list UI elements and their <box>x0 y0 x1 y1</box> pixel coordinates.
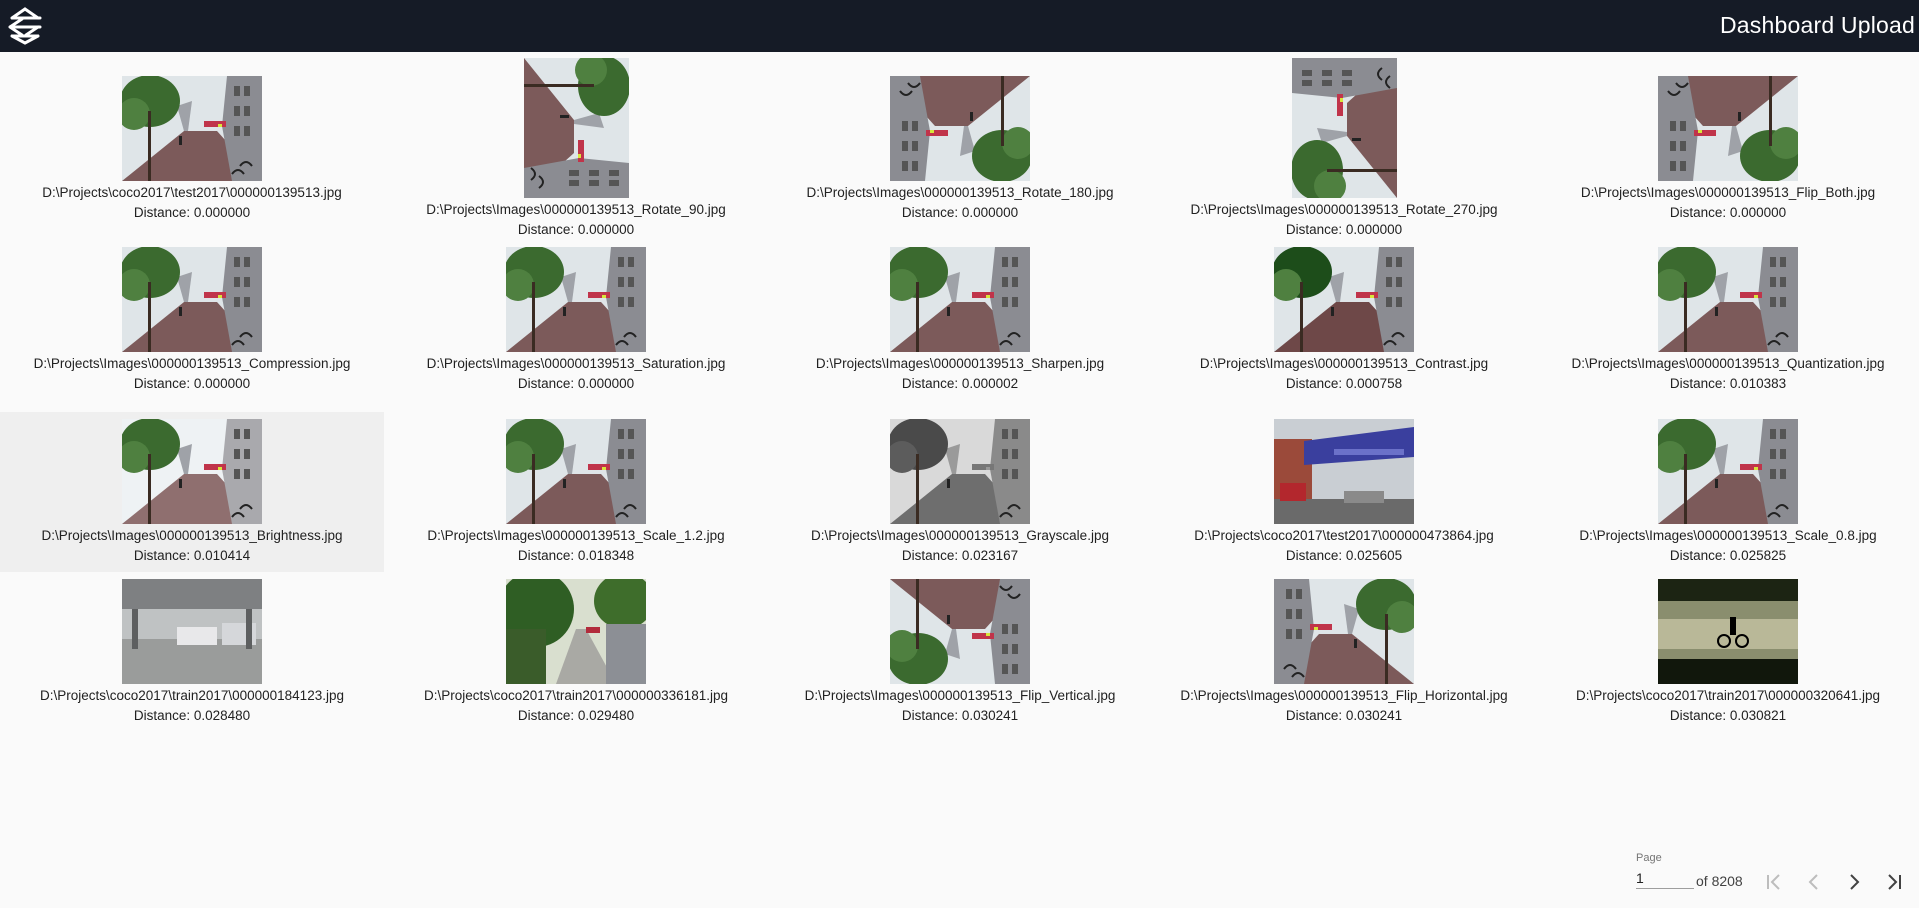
result-card[interactable]: D:\Projects\Images\000000139513_Flip_Ver… <box>768 572 1152 732</box>
page-input[interactable] <box>1636 868 1694 889</box>
result-path: D:\Projects\coco2017\test2017\0000001395… <box>42 184 342 200</box>
result-card[interactable]: D:\Projects\coco2017\test2017\0000004738… <box>1152 412 1536 572</box>
result-thumbnail[interactable] <box>1274 578 1414 684</box>
result-path: D:\Projects\Images\000000139513_Brightne… <box>41 527 343 543</box>
result-thumbnail[interactable] <box>506 246 646 352</box>
result-path: D:\Projects\Images\000000139513_Flip_Hor… <box>1180 687 1508 703</box>
result-path: D:\Projects\coco2017\train2017\000000184… <box>40 687 344 703</box>
results-grid: D:\Projects\coco2017\test2017\0000001395… <box>0 52 1919 752</box>
result-card[interactable]: D:\Projects\coco2017\train2017\000000184… <box>0 572 384 732</box>
result-card[interactable]: D:\Projects\Images\000000139513_Rotate_9… <box>384 58 768 238</box>
next-page-button[interactable] <box>1836 864 1872 900</box>
logo-icon[interactable] <box>4 6 46 46</box>
result-distance: Distance: 0.018348 <box>517 547 635 563</box>
result-distance: Distance: 0.010414 <box>133 547 251 563</box>
result-thumbnail[interactable] <box>890 578 1030 684</box>
result-card[interactable]: D:\Projects\coco2017\train2017\000000336… <box>384 572 768 732</box>
result-card[interactable]: D:\Projects\Images\000000139513_Flip_Bot… <box>1536 60 1919 238</box>
previous-page-icon <box>1808 874 1818 890</box>
result-distance: Distance: 0.030241 <box>1285 707 1403 723</box>
result-thumbnail[interactable] <box>506 578 646 684</box>
result-distance: Distance: 0.029480 <box>517 707 635 723</box>
result-thumbnail[interactable] <box>122 75 262 181</box>
result-distance: Distance: 0.028480 <box>133 707 251 723</box>
result-distance: Distance: 0.030241 <box>901 707 1019 723</box>
result-card[interactable]: D:\Projects\Images\000000139513_Saturati… <box>384 240 768 400</box>
result-thumbnail[interactable] <box>1658 578 1798 684</box>
result-path: D:\Projects\coco2017\train2017\000000336… <box>424 687 728 703</box>
first-page-icon <box>1767 874 1780 890</box>
result-path: D:\Projects\Images\000000139513_Contrast… <box>1199 355 1489 371</box>
next-page-icon <box>1850 874 1860 890</box>
result-path: D:\Projects\Images\000000139513_Rotate_1… <box>806 184 1114 200</box>
result-card[interactable]: D:\Projects\Images\000000139513_Brightne… <box>0 412 384 572</box>
result-path: D:\Projects\Images\000000139513_Sharpen.… <box>815 355 1105 371</box>
result-path: D:\Projects\Images\000000139513_Rotate_9… <box>426 202 726 217</box>
result-thumbnail[interactable] <box>506 418 646 524</box>
result-thumbnail[interactable] <box>1658 246 1798 352</box>
page-title: Dashboard Upload <box>1720 12 1915 38</box>
last-page-button[interactable] <box>1876 864 1912 900</box>
result-thumbnail[interactable] <box>1658 418 1798 524</box>
result-path: D:\Projects\Images\000000139513_Grayscal… <box>811 527 1109 543</box>
result-card[interactable]: D:\Projects\Images\000000139513_Flip_Hor… <box>1152 572 1536 732</box>
result-thumbnail[interactable] <box>122 418 262 524</box>
result-path: D:\Projects\Images\000000139513_Scale_0.… <box>1579 527 1877 543</box>
top-app-bar: Dashboard Upload <box>0 0 1919 52</box>
paginator: Page of 8208 <box>1636 842 1916 902</box>
first-page-button[interactable] <box>1756 864 1792 900</box>
result-thumbnail[interactable] <box>890 418 1030 524</box>
result-path: D:\Projects\Images\000000139513_Saturati… <box>426 355 726 371</box>
result-distance: Distance: 0.000000 <box>1285 222 1403 237</box>
result-distance: Distance: 0.023167 <box>901 547 1019 563</box>
result-thumbnail[interactable] <box>890 75 1030 181</box>
page-count: of 8208 <box>1696 873 1743 889</box>
result-card[interactable]: D:\Projects\Images\000000139513_Rotate_2… <box>1152 58 1536 238</box>
result-thumbnail[interactable] <box>122 578 262 684</box>
result-thumbnail[interactable] <box>1274 246 1414 352</box>
last-page-icon <box>1888 874 1901 890</box>
result-distance: Distance: 0.010383 <box>1669 375 1787 391</box>
result-distance: Distance: 0.000000 <box>133 204 251 220</box>
result-thumbnail[interactable] <box>1658 75 1798 181</box>
result-card[interactable]: D:\Projects\coco2017\train2017\000000320… <box>1536 572 1919 732</box>
result-thumbnail[interactable] <box>1274 418 1414 524</box>
result-distance: Distance: 0.000000 <box>517 222 635 237</box>
result-path: D:\Projects\Images\000000139513_Compress… <box>33 355 351 371</box>
result-thumbnail[interactable] <box>122 246 262 352</box>
result-card[interactable]: D:\Projects\Images\000000139513_Contrast… <box>1152 240 1536 400</box>
result-card[interactable]: D:\Projects\Images\000000139513_Compress… <box>0 240 384 400</box>
result-distance: Distance: 0.000758 <box>1285 375 1403 391</box>
result-card[interactable]: D:\Projects\Images\000000139513_Scale_1.… <box>384 412 768 572</box>
result-card[interactable]: D:\Projects\Images\000000139513_Scale_0.… <box>1536 412 1919 572</box>
result-path: D:\Projects\coco2017\train2017\000000320… <box>1576 687 1880 703</box>
result-path: D:\Projects\coco2017\test2017\0000004738… <box>1194 527 1494 543</box>
result-path: D:\Projects\Images\000000139513_Quantiza… <box>1571 355 1885 371</box>
result-card[interactable]: D:\Projects\Images\000000139513_Sharpen.… <box>768 240 1152 400</box>
result-card[interactable]: D:\Projects\Images\000000139513_Grayscal… <box>768 412 1152 572</box>
result-distance: Distance: 0.000000 <box>133 375 251 391</box>
page-label: Page <box>1636 852 1662 864</box>
result-distance: Distance: 0.025605 <box>1285 547 1403 563</box>
result-thumbnail[interactable] <box>890 246 1030 352</box>
result-path: D:\Projects\Images\000000139513_Flip_Ver… <box>804 687 1116 703</box>
result-distance: Distance: 0.030821 <box>1669 707 1787 723</box>
result-path: D:\Projects\Images\000000139513_Flip_Bot… <box>1580 184 1876 200</box>
result-card[interactable]: D:\Projects\Images\000000139513_Quantiza… <box>1536 240 1919 400</box>
result-distance: Distance: 0.025825 <box>1669 547 1787 563</box>
result-distance: Distance: 0.000000 <box>1669 204 1787 220</box>
result-card[interactable]: D:\Projects\Images\000000139513_Rotate_1… <box>768 60 1152 238</box>
previous-page-button[interactable] <box>1796 864 1832 900</box>
result-thumbnail[interactable] <box>1291 58 1397 198</box>
result-distance: Distance: 0.000000 <box>517 375 635 391</box>
result-path: D:\Projects\Images\000000139513_Rotate_2… <box>1190 202 1498 217</box>
result-distance: Distance: 0.000000 <box>901 204 1019 220</box>
result-card[interactable]: D:\Projects\coco2017\test2017\0000001395… <box>0 60 384 238</box>
result-distance: Distance: 0.000002 <box>901 375 1019 391</box>
result-thumbnail[interactable] <box>523 58 629 198</box>
result-path: D:\Projects\Images\000000139513_Scale_1.… <box>427 527 725 543</box>
